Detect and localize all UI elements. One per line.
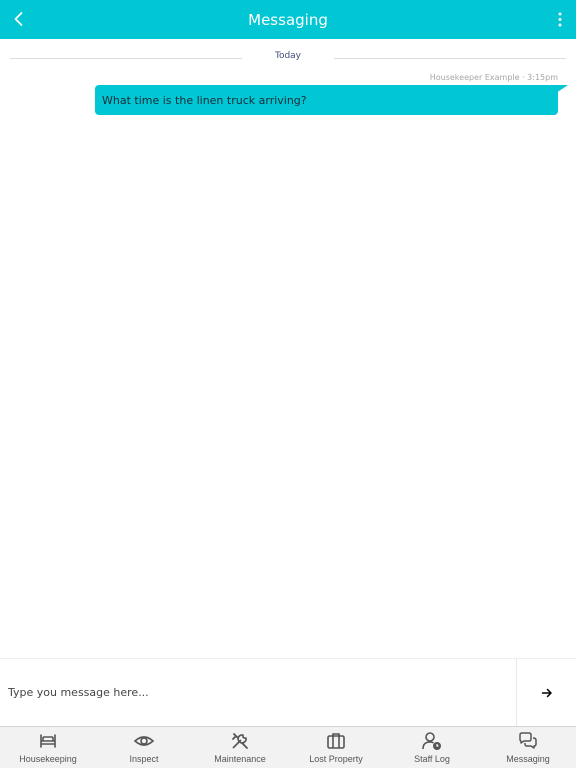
tab-lost-property[interactable]: Lost Property (288, 727, 384, 768)
message-composer (0, 658, 576, 726)
message-input[interactable] (0, 659, 516, 726)
date-divider-label: Today (274, 51, 302, 61)
more-vertical-icon (558, 12, 562, 27)
message-bubble-tail (556, 85, 568, 93)
tab-label: Staff Log (414, 754, 450, 764)
page-title: Messaging (248, 10, 328, 29)
chat-bubbles-icon (519, 732, 537, 749)
tab-label: Inspect (129, 754, 159, 764)
send-button[interactable] (517, 659, 576, 726)
tab-label: Maintenance (214, 754, 266, 764)
user-clock-icon (422, 732, 441, 750)
back-button[interactable] (10, 10, 28, 28)
tab-label: Lost Property (309, 754, 363, 764)
message-meta: Housekeeper Example · 3:15pm (429, 73, 558, 82)
message-text: What time is the linen truck arriving? (102, 93, 307, 107)
chevron-left-icon (14, 12, 23, 26)
bed-icon (40, 734, 56, 748)
eye-icon (133, 736, 155, 746)
briefcase-icon (327, 733, 345, 749)
date-divider: Today (10, 50, 566, 66)
message-bubble[interactable]: What time is the linen truck arriving? (95, 85, 558, 115)
arrow-right-icon (541, 688, 552, 697)
messaging-screen: Messaging Today Housekeeper Example · 3:… (0, 0, 576, 768)
tab-staff-log[interactable]: Staff Log (384, 727, 480, 768)
tab-inspect[interactable]: Inspect (96, 727, 192, 768)
tab-label: Housekeeping (19, 754, 77, 764)
tab-housekeeping[interactable]: Housekeeping (0, 727, 96, 768)
bottom-tab-bar: Housekeeping Inspect Maintenance Lost Pr… (0, 726, 576, 768)
more-options-button[interactable] (556, 11, 564, 28)
tab-maintenance[interactable]: Maintenance (192, 727, 288, 768)
tab-label: Messaging (506, 754, 550, 764)
app-header: Messaging (0, 0, 576, 39)
tab-messaging[interactable]: Messaging (480, 727, 576, 768)
divider-line-right (334, 58, 566, 59)
tools-icon (232, 733, 248, 749)
